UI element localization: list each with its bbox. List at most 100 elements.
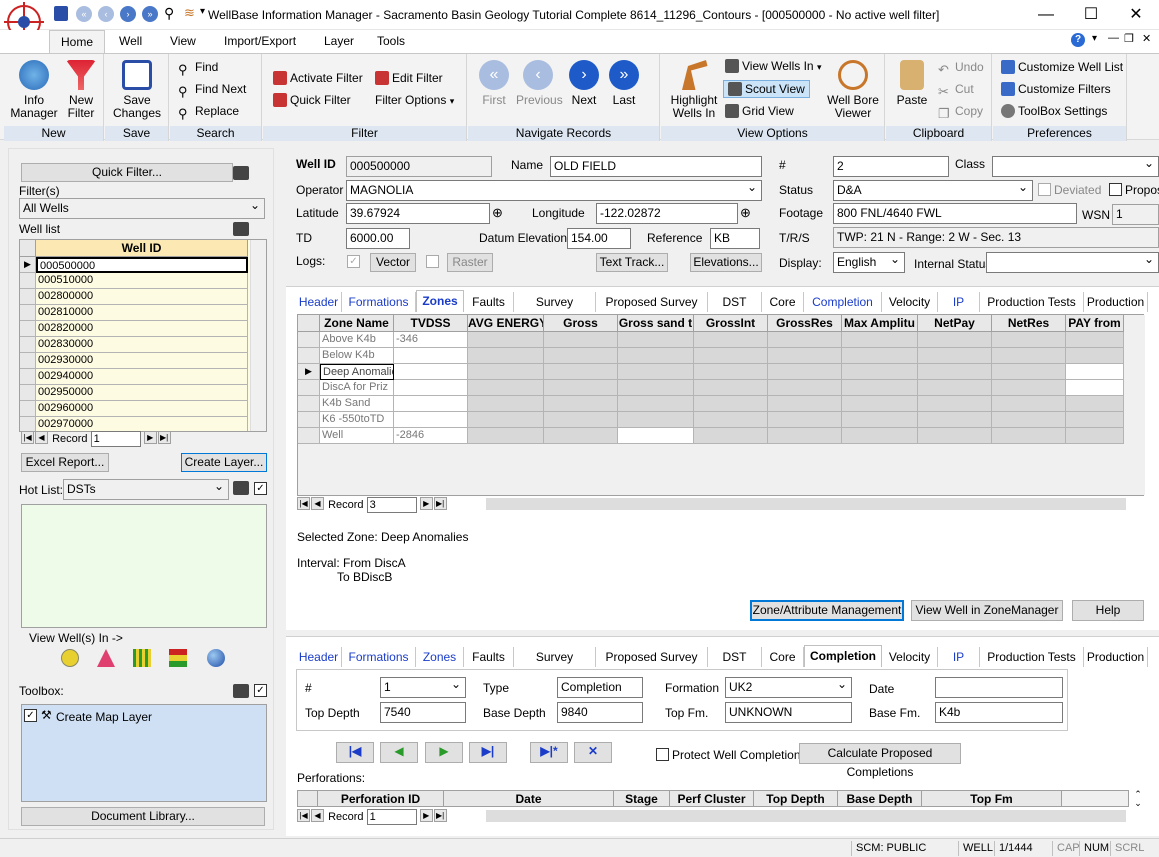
td-field[interactable]: 6000.00: [346, 228, 410, 249]
zone-attribute-cell[interactable]: [618, 428, 694, 444]
create-layer-button[interactable]: Create Layer...: [181, 453, 267, 472]
grid-view-button[interactable]: Grid View: [725, 104, 794, 118]
upper-tab-production-tests[interactable]: Production Tests: [980, 292, 1084, 312]
last-button[interactable]: » Last: [606, 60, 642, 107]
well-row-selector[interactable]: [20, 417, 36, 431]
zone-attribute-cell[interactable]: [1066, 332, 1124, 348]
menu-layer[interactable]: Layer: [324, 34, 354, 48]
zone-attribute-cell[interactable]: [468, 396, 544, 412]
reference-field[interactable]: KB: [710, 228, 760, 249]
lower-tab-core[interactable]: Core: [762, 647, 804, 667]
filter-select[interactable]: All Wells: [19, 198, 265, 219]
well-id-header[interactable]: Well ID: [36, 240, 248, 257]
zone-attribute-cell[interactable]: [1066, 348, 1124, 364]
hot-list-select[interactable]: DSTs: [63, 479, 229, 500]
perforations-vertical-scrollbar[interactable]: ⌃ ⌄: [1131, 790, 1145, 810]
zones-col-header[interactable]: TVDSS: [394, 315, 468, 332]
zone-attribute-cell[interactable]: [1066, 396, 1124, 412]
zone-attribute-cell[interactable]: [992, 332, 1066, 348]
completion-first-button[interactable]: |◀: [336, 742, 374, 763]
zones-vertical-scrollbar[interactable]: [1129, 315, 1145, 495]
deviated-checkbox[interactable]: [1038, 183, 1051, 196]
well-list-print-icon[interactable]: [233, 222, 249, 236]
zone-attribute-cell[interactable]: [468, 364, 544, 380]
next-record-icon[interactable]: ▶: [143, 431, 157, 444]
zones-next-record-icon[interactable]: ▶: [419, 497, 433, 510]
well-row-selector[interactable]: [20, 401, 36, 417]
zone-attribute-cell[interactable]: [618, 348, 694, 364]
well-list-item[interactable]: 002830000: [36, 337, 248, 353]
completion-new-button[interactable]: ▶|*: [530, 742, 568, 763]
well-list-item[interactable]: 002950000: [36, 385, 248, 401]
help-button[interactable]: Help: [1072, 600, 1144, 621]
lower-tab-proposed-survey[interactable]: Proposed Survey: [596, 647, 708, 667]
zone-attribute-cell[interactable]: [694, 364, 768, 380]
mdi-minimize-icon[interactable]: —: [1108, 32, 1119, 44]
zone-attribute-cell[interactable]: [694, 332, 768, 348]
toolbox-checkbox[interactable]: ✓: [254, 684, 267, 697]
chart-view-icon[interactable]: [169, 649, 187, 667]
ribbon-options-icon[interactable]: ▾: [1092, 33, 1097, 44]
zone-attribute-cell[interactable]: [618, 396, 694, 412]
perf-horizontal-scrollbar[interactable]: [486, 810, 1126, 822]
well-list-item[interactable]: 002940000: [36, 369, 248, 385]
customize-quick-icon[interactable]: ▾: [200, 6, 205, 17]
completion-next-button[interactable]: ▶: [425, 742, 463, 763]
datum-field[interactable]: 154.00: [567, 228, 631, 249]
lower-tab-ip[interactable]: IP: [938, 647, 980, 667]
info-manager-button[interactable]: Info Manager: [6, 60, 62, 120]
vector-checkbox[interactable]: ✓: [347, 255, 360, 268]
scout-view-button[interactable]: Scout View: [723, 80, 810, 98]
zones-col-header[interactable]: GrossRes: [768, 315, 842, 332]
contours-quick-icon[interactable]: ≋: [184, 5, 195, 21]
zone-attribute-cell[interactable]: [768, 428, 842, 444]
edit-filter-button[interactable]: Edit Filter: [375, 71, 443, 85]
quick-filter-panel-button[interactable]: Quick Filter...: [21, 163, 233, 182]
find-quick-icon[interactable]: ⚲: [164, 5, 174, 22]
zone-attribute-cell[interactable]: [544, 412, 618, 428]
undo-button[interactable]: ↶ Undo: [938, 60, 984, 77]
copy-button[interactable]: ❐ Copy: [938, 104, 983, 121]
last-record-icon[interactable]: ▶|: [157, 431, 171, 444]
perf-col-header[interactable]: Base Depth: [838, 791, 922, 806]
paste-button[interactable]: Paste: [892, 60, 932, 107]
replace-button[interactable]: ⚲ Replace: [178, 104, 239, 121]
zone-attribute-cell[interactable]: [768, 332, 842, 348]
zone-attribute-cell[interactable]: [694, 348, 768, 364]
lower-tab-dst[interactable]: DST: [708, 647, 762, 667]
zone-row-selector[interactable]: [298, 428, 320, 444]
well-list-item[interactable]: 000510000: [36, 273, 248, 289]
well-row-selector[interactable]: [20, 369, 36, 385]
previous-button[interactable]: ‹ Previous: [516, 60, 563, 107]
well-row-selector[interactable]: [20, 321, 36, 337]
zone-attribute-cell[interactable]: [618, 332, 694, 348]
zone-attribute-cell[interactable]: [842, 396, 918, 412]
save-quick-icon[interactable]: [54, 6, 68, 21]
zone-attribute-cell[interactable]: [918, 332, 992, 348]
zones-col-header[interactable]: Gross sand t: [618, 315, 694, 332]
perf-first-record-icon[interactable]: |◀: [297, 809, 310, 822]
zone-attribute-cell[interactable]: [468, 428, 544, 444]
zone-attribute-cell[interactable]: [842, 428, 918, 444]
zones-col-header[interactable]: PAY from: [1066, 315, 1124, 332]
save-changes-button[interactable]: Save Changes: [109, 60, 165, 120]
upper-tab-proposed-survey[interactable]: Proposed Survey: [596, 292, 708, 312]
hash-field[interactable]: 2: [833, 156, 949, 177]
elevations-button[interactable]: Elevations...: [690, 253, 762, 272]
zone-name-cell[interactable]: Deep Anomalie: [320, 364, 394, 380]
zones-record-input[interactable]: 3: [366, 497, 417, 513]
proposed-checkbox[interactable]: [1109, 183, 1122, 196]
zone-attribute-cell[interactable]: [468, 380, 544, 396]
lower-tab-survey[interactable]: Survey: [514, 647, 596, 667]
menu-tools[interactable]: Tools: [377, 34, 405, 48]
well-row-selector[interactable]: [20, 353, 36, 369]
well-row-selector[interactable]: ▶: [20, 257, 36, 273]
zones-col-header[interactable]: NetRes: [992, 315, 1066, 332]
upper-tab-ip[interactable]: IP: [938, 292, 980, 312]
hot-list-checkbox[interactable]: ✓: [254, 482, 267, 495]
completion-delete-button[interactable]: ✕: [574, 742, 612, 763]
zone-row-selector[interactable]: [298, 380, 320, 396]
zone-attribute-cell[interactable]: [992, 412, 1066, 428]
protect-completion-checkbox[interactable]: [656, 748, 669, 761]
upper-tab-survey[interactable]: Survey: [514, 292, 596, 312]
